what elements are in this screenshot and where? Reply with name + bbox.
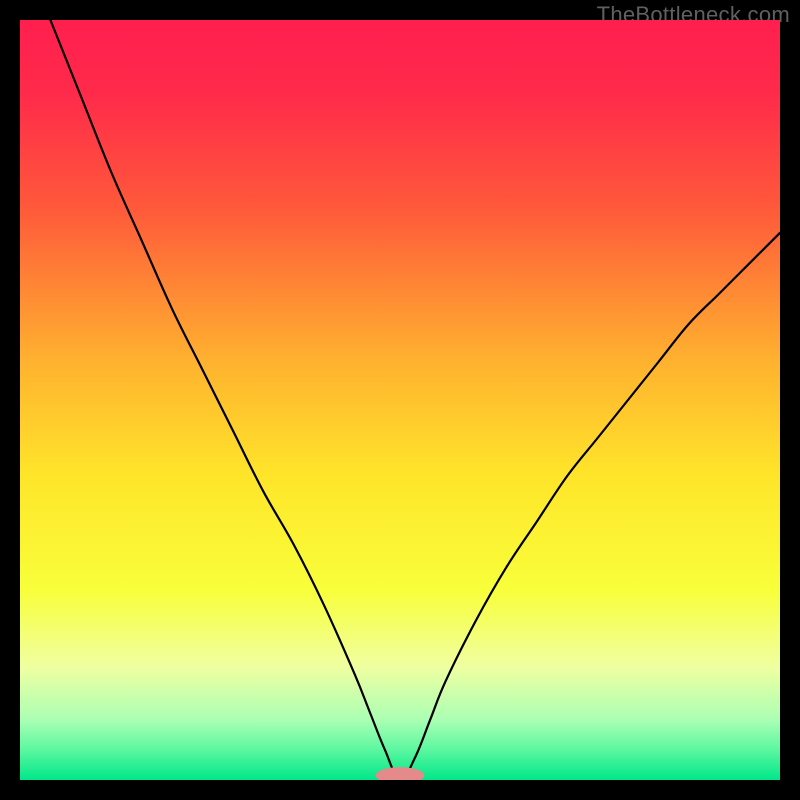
plot-area [20, 20, 780, 780]
chart-frame: TheBottleneck.com [0, 0, 800, 800]
gradient-background [20, 20, 780, 780]
chart-svg [20, 20, 780, 780]
